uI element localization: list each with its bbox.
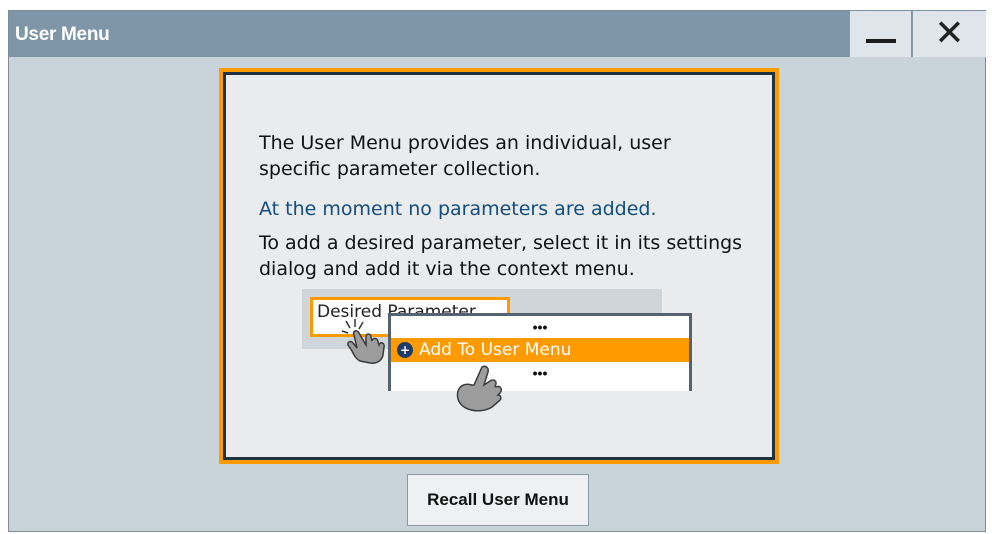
hand-pointer-icon: [341, 319, 385, 364]
user-menu-window: User Menu ✕ The User Menu provides an in…: [8, 10, 986, 532]
add-to-user-menu-label: Add To User Menu: [419, 340, 572, 360]
info-text-status: At the moment no parameters are added.: [259, 198, 657, 220]
context-menu: ••• + Add To User Menu •••: [388, 313, 692, 391]
add-icon: +: [397, 342, 413, 358]
info-panel: The User Menu provides an individual, us…: [219, 68, 779, 464]
info-panel-content: The User Menu provides an individual, us…: [223, 72, 775, 460]
context-menu-illustration: Desired Parameter ••• + Add To User Menu…: [302, 289, 702, 419]
add-to-user-menu-item: + Add To User Menu: [391, 338, 689, 362]
recall-user-menu-button[interactable]: Recall User Menu: [407, 474, 589, 526]
menu-dots-bottom: •••: [532, 365, 548, 381]
hand-pointer-icon: [456, 365, 502, 412]
info-text-instructions: To add a desired parameter, select it in…: [259, 232, 743, 280]
minimize-icon: [865, 39, 896, 43]
window-title: User Menu: [15, 24, 110, 45]
minimize-button[interactable]: [849, 11, 911, 57]
info-text-description: The User Menu provides an individual, us…: [259, 132, 671, 180]
close-button[interactable]: ✕: [912, 11, 986, 57]
close-icon: ✕: [934, 13, 965, 54]
menu-dots-top: •••: [532, 319, 548, 335]
title-bar: User Menu ✕: [9, 11, 986, 57]
